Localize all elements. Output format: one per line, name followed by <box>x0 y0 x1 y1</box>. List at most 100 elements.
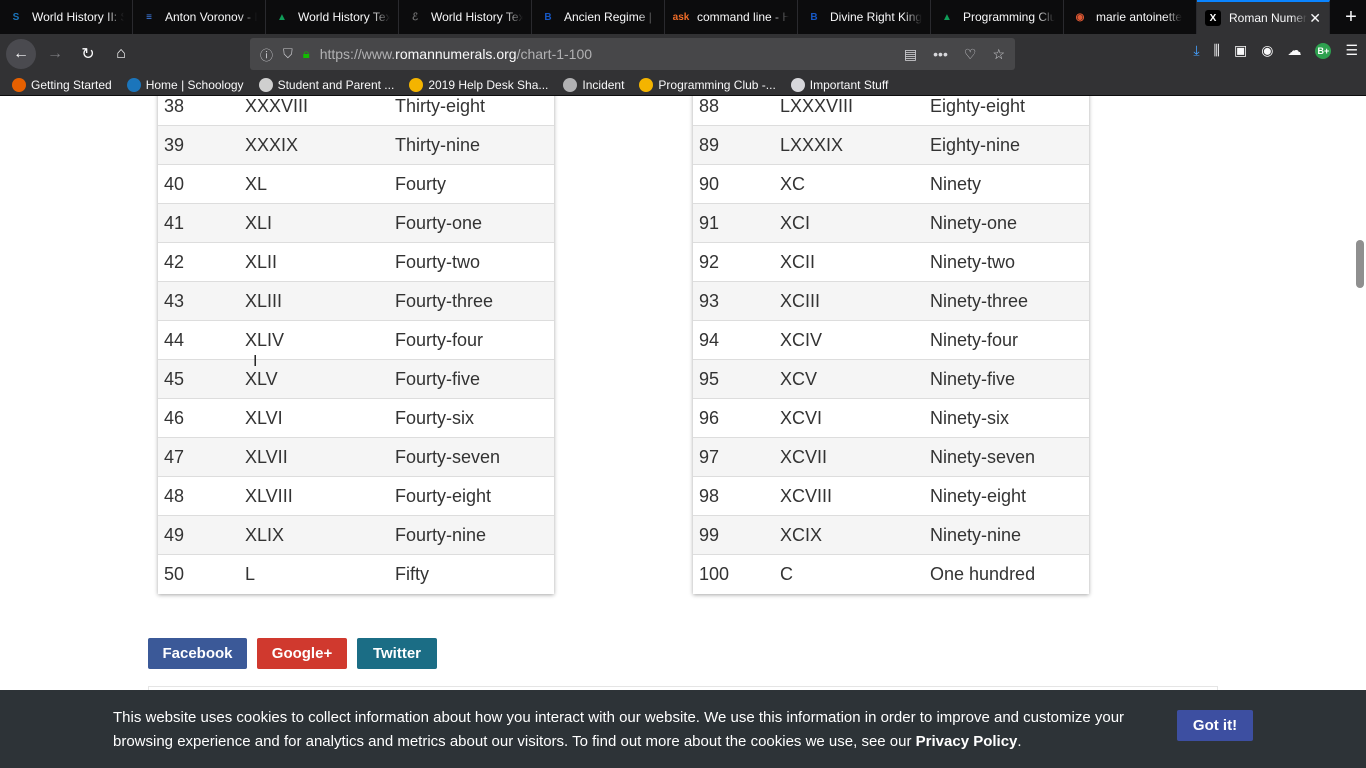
bookmark-item[interactable]: 2019 Help Desk Sha... <box>409 77 549 92</box>
tab-6[interactable]: B Divine Right King <box>798 0 931 34</box>
table-row: 39 XXXIX Thirty-nine <box>158 125 554 165</box>
reload-button[interactable]: ↻ <box>74 40 102 68</box>
roman-numeral: XCVII <box>774 437 924 477</box>
number-word: One hundred <box>924 554 1089 594</box>
tab-favicon-icon: ask <box>672 11 690 23</box>
pocket-icon[interactable]: ♡ <box>964 46 977 63</box>
bookmark-item[interactable]: Programming Club -... <box>639 77 776 92</box>
bookmark-item[interactable]: Home | Schoology <box>126 77 244 92</box>
close-tab-icon[interactable]: ✕ <box>1309 10 1321 27</box>
sidebar-icon[interactable]: ▣ <box>1234 42 1247 59</box>
roman-numeral: XCV <box>774 359 924 399</box>
tab-5[interactable]: ask command line - H <box>665 0 798 34</box>
arabic-number: 93 <box>693 281 774 321</box>
url-prefix: https://www. <box>319 46 396 62</box>
arabic-number: 99 <box>693 515 774 555</box>
roman-numeral: XCI <box>774 203 924 243</box>
number-word: Ninety <box>924 164 1089 204</box>
arabic-number: 97 <box>693 437 774 477</box>
table-row: 100 C One hundred <box>693 554 1089 594</box>
reader-view-icon[interactable]: ▤ <box>904 46 917 63</box>
twitter-share-button[interactable]: Twitter <box>357 638 437 669</box>
arabic-number: 90 <box>693 164 774 204</box>
lock-icon[interactable]: 🔒︎ <box>303 46 310 62</box>
home-button[interactable]: ⌂ <box>107 40 135 68</box>
table-row: 98 XCVIII Ninety-eight <box>693 476 1089 516</box>
scrollbar-thumb[interactable] <box>1356 240 1364 288</box>
tab-label: marie antoinette <box>1096 10 1183 24</box>
number-word: Fourty-eight <box>389 476 554 516</box>
tab-favicon-icon: ▲ <box>277 11 287 23</box>
bookmark-label: 2019 Help Desk Sha... <box>428 77 549 92</box>
tab-2[interactable]: ▲ World History Tex <box>266 0 399 34</box>
account-icon[interactable]: ◉ <box>1261 42 1273 59</box>
tab-favicon-icon: B <box>544 11 552 23</box>
bookmark-item[interactable]: Getting Started <box>12 77 112 92</box>
roman-numeral: XCIII <box>774 281 924 321</box>
bookmark-item[interactable]: Student and Parent ... <box>258 77 394 92</box>
arabic-number: 96 <box>693 398 774 438</box>
new-tab-button[interactable]: + <box>1336 0 1366 34</box>
table-row: 89 LXXXIX Eighty-nine <box>693 125 1089 165</box>
roman-numeral: XCIV <box>774 320 924 360</box>
tab-label: Anton Voronov - I <box>165 10 257 24</box>
download-icon[interactable]: ⤓ <box>1193 42 1199 59</box>
roman-numeral: XL <box>239 164 389 204</box>
share-buttons: Facebook Google+ Twitter <box>148 638 437 669</box>
tab-1[interactable]: ≡ Anton Voronov - I <box>133 0 266 34</box>
forward-button[interactable]: → <box>41 40 69 68</box>
tab-favicon-icon: B <box>810 11 818 23</box>
roman-numeral: C <box>774 554 924 594</box>
more-actions-icon[interactable]: ••• <box>933 46 948 63</box>
address-bar-actions: ▤ ••• ♡ ☆ <box>904 46 1005 63</box>
number-word: Ninety-two <box>924 242 1089 282</box>
menu-icon[interactable]: ☰ <box>1345 42 1358 59</box>
extension-badge-icon[interactable]: B+ <box>1315 42 1332 59</box>
number-word: Fourty-two <box>389 242 554 282</box>
roman-numeral: XCVIII <box>774 476 924 516</box>
tab-3[interactable]: ℰ World History Tex <box>399 0 532 34</box>
number-word: Ninety-seven <box>924 437 1089 477</box>
table-row: 43 XLIII Fourty-three <box>158 281 554 321</box>
tab-7[interactable]: ▲ Programming Clu <box>931 0 1064 34</box>
arabic-number: 94 <box>693 320 774 360</box>
roman-numeral: XLIII <box>239 281 389 321</box>
library-icon[interactable]: ⫼ <box>1214 42 1220 59</box>
google-plus-share-button[interactable]: Google+ <box>257 638 347 669</box>
bookmark-star-icon[interactable]: ☆ <box>992 46 1005 63</box>
table-row: 47 XLVII Fourty-seven <box>158 437 554 477</box>
tab-label: World History Tex <box>431 10 523 24</box>
tab-label: World History Tex <box>298 10 390 24</box>
arabic-number: 89 <box>693 125 774 165</box>
number-word: Thirty-eight <box>389 96 554 126</box>
tab-label: Ancien Regime | E <box>564 10 656 24</box>
arabic-number: 100 <box>693 554 774 594</box>
got-it-button[interactable]: Got it! <box>1177 710 1253 741</box>
address-bar[interactable]: ⓘ ⛉ 🔒︎ https://www. romannumerals.org/cha… <box>250 38 1015 70</box>
folder-icon <box>790 77 805 92</box>
tab-bar: S World History II: S ≡ Anton Voronov - I ▲ W… <box>0 0 1366 34</box>
tracking-shield-icon[interactable]: ⛉ <box>283 46 293 62</box>
back-button[interactable]: ← <box>6 39 36 69</box>
extension-icon[interactable]: ☁ <box>1287 42 1301 59</box>
table-row: 90 XC Ninety <box>693 164 1089 204</box>
bookmark-label: Incident <box>582 77 625 92</box>
arabic-number: 49 <box>158 515 239 555</box>
bookmark-item[interactable]: Incident <box>563 77 625 92</box>
bookmark-item[interactable]: Important Stuff <box>790 77 888 92</box>
tab-8[interactable]: ◉ marie antoinette <box>1064 0 1197 34</box>
table-row: 50 L Fifty <box>158 554 554 594</box>
bookmark-label: Home | Schoology <box>145 77 244 92</box>
home-icon: ⌂ <box>116 45 126 62</box>
number-word: Ninety-one <box>924 203 1089 243</box>
privacy-policy-link[interactable]: Privacy Policy <box>916 733 1018 750</box>
tab-4[interactable]: B Ancien Regime | E <box>532 0 665 34</box>
roman-numeral: LXXXIX <box>774 125 924 165</box>
number-word: Fourty-nine <box>389 515 554 555</box>
arabic-number: 91 <box>693 203 774 243</box>
tab-favicon-icon: X <box>1205 10 1221 26</box>
facebook-share-button[interactable]: Facebook <box>148 638 247 669</box>
tab-9[interactable]: X Roman Numer ✕ <box>1197 0 1330 34</box>
info-icon[interactable]: ⓘ <box>260 45 273 64</box>
tab-0[interactable]: S World History II: S <box>0 0 133 34</box>
